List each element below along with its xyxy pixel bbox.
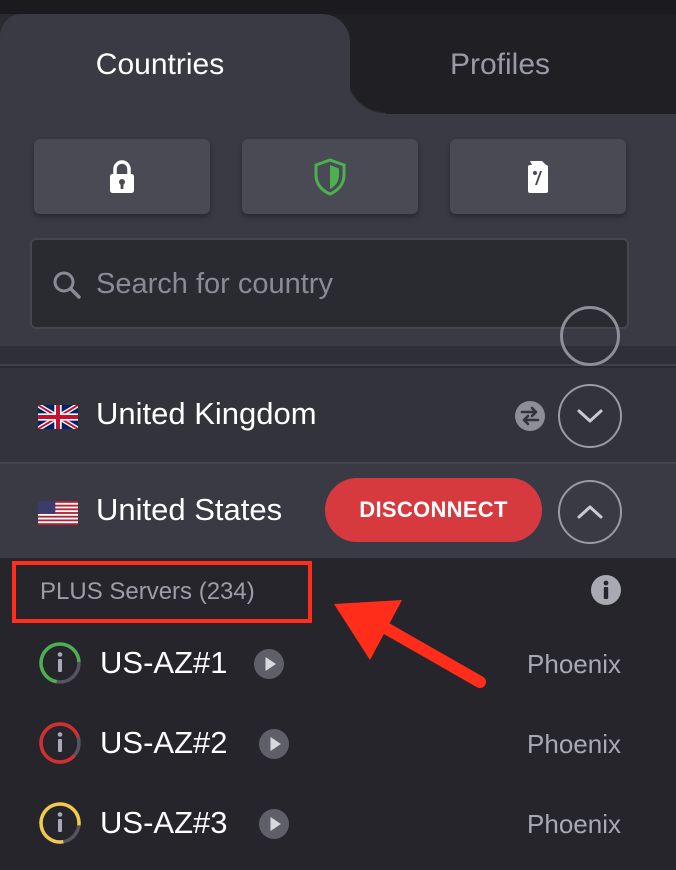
server-name: US-AZ#2 [100,725,228,760]
random-connect-icon [528,160,548,193]
disconnect-button[interactable]: DISCONNECT [325,478,542,542]
tab-bar: Countries Profiles [0,14,676,114]
server-city: Phoenix [527,649,621,679]
annotation-arrow-icon [334,600,486,688]
country-row-partial[interactable] [0,306,676,366]
chevron-up-icon [577,505,603,519]
server-city: Phoenix [527,809,621,839]
country-name: United Kingdom [96,396,317,431]
server-load-icon [39,642,81,684]
server-row[interactable]: US-AZ#2 Phoenix [0,703,676,783]
server-load-icon [39,722,81,764]
p2p-icon [515,401,545,431]
expand-button[interactable] [558,384,622,448]
search-box [30,238,629,329]
search-icon [53,271,81,299]
shield-icon [314,157,346,196]
search-input[interactable] [96,260,606,308]
uk-flag-icon [38,405,78,429]
tab-profiles[interactable]: Profiles [400,48,600,82]
collapse-button[interactable] [558,480,622,544]
lock-icon [110,159,134,193]
play-icon[interactable] [258,728,290,760]
country-row-united-kingdom[interactable]: United Kingdom [0,368,676,464]
expand-button-partial[interactable] [560,306,620,366]
server-load-icon [39,802,81,844]
chevron-down-icon [577,409,603,423]
us-flag-icon [38,501,78,525]
secure-core-button[interactable] [34,139,210,214]
server-city: Phoenix [527,729,621,759]
country-row-united-states[interactable]: United States DISCONNECT [0,464,676,558]
annotation-highlight-box [12,561,312,623]
server-name: US-AZ#3 [100,805,228,840]
tab-countries[interactable]: Countries [60,48,260,82]
play-icon[interactable] [258,808,290,840]
netshield-button[interactable] [242,139,418,214]
vpn-app-window: Countries Profiles Search for country Un… [0,0,676,870]
play-icon[interactable] [253,648,285,680]
country-name: United States [96,492,283,527]
server-name: US-AZ#1 [100,645,228,680]
server-row[interactable]: US-AZ#3 Phoenix [0,783,676,863]
info-icon[interactable] [590,574,622,606]
window-top-edge [0,0,676,14]
random-connect-button[interactable] [450,139,626,214]
